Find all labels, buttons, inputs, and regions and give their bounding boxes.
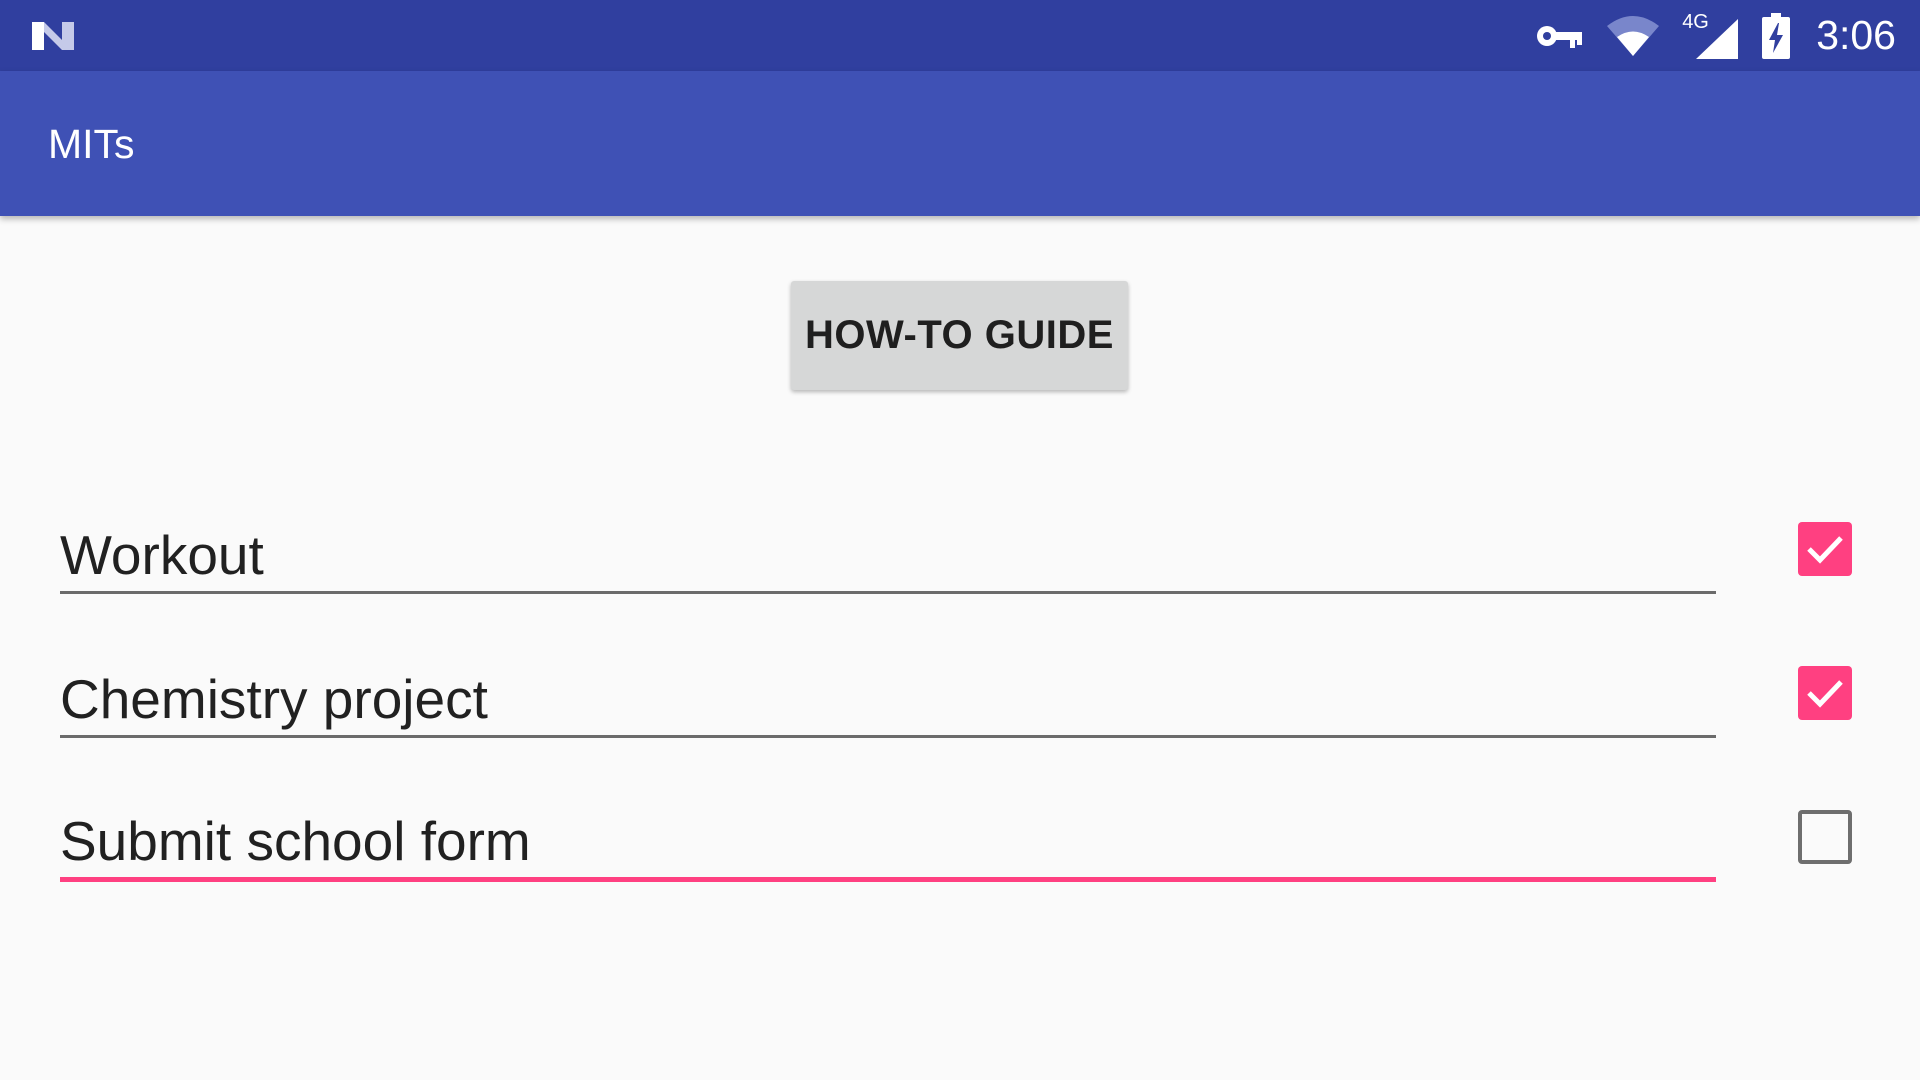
cellular-signal-icon [1696, 18, 1739, 59]
task-input[interactable]: Workout [60, 506, 1716, 594]
status-bar: 4G 3:06 [0, 0, 1920, 71]
main-content: HOW-TO GUIDE Workout Chemistry project S… [0, 216, 1920, 1080]
app-title: MITs [48, 121, 135, 167]
status-time: 3:06 [1816, 12, 1896, 58]
how-to-guide-button[interactable]: HOW-TO GUIDE [791, 281, 1128, 390]
checkmark-icon [1807, 680, 1843, 708]
task-row: Workout [60, 506, 1860, 606]
vpn-key-icon [1537, 25, 1583, 48]
battery-charging-icon [1762, 12, 1791, 59]
task-checkbox[interactable] [1798, 522, 1852, 576]
checkmark-icon [1807, 536, 1843, 564]
wifi-icon [1607, 15, 1660, 56]
task-row: Submit school form [60, 794, 1860, 894]
app-bar: MITs [0, 71, 1920, 216]
task-row: Chemistry project [60, 650, 1860, 750]
cellular-signal-group: 4G [1682, 11, 1740, 61]
task-checkbox[interactable] [1798, 666, 1852, 720]
n-logo-icon [32, 22, 74, 50]
status-icons: 4G 3:06 [1536, 0, 1896, 71]
task-input[interactable]: Chemistry project [60, 650, 1716, 738]
task-input[interactable]: Submit school form [60, 794, 1716, 882]
task-checkbox[interactable] [1798, 810, 1852, 864]
